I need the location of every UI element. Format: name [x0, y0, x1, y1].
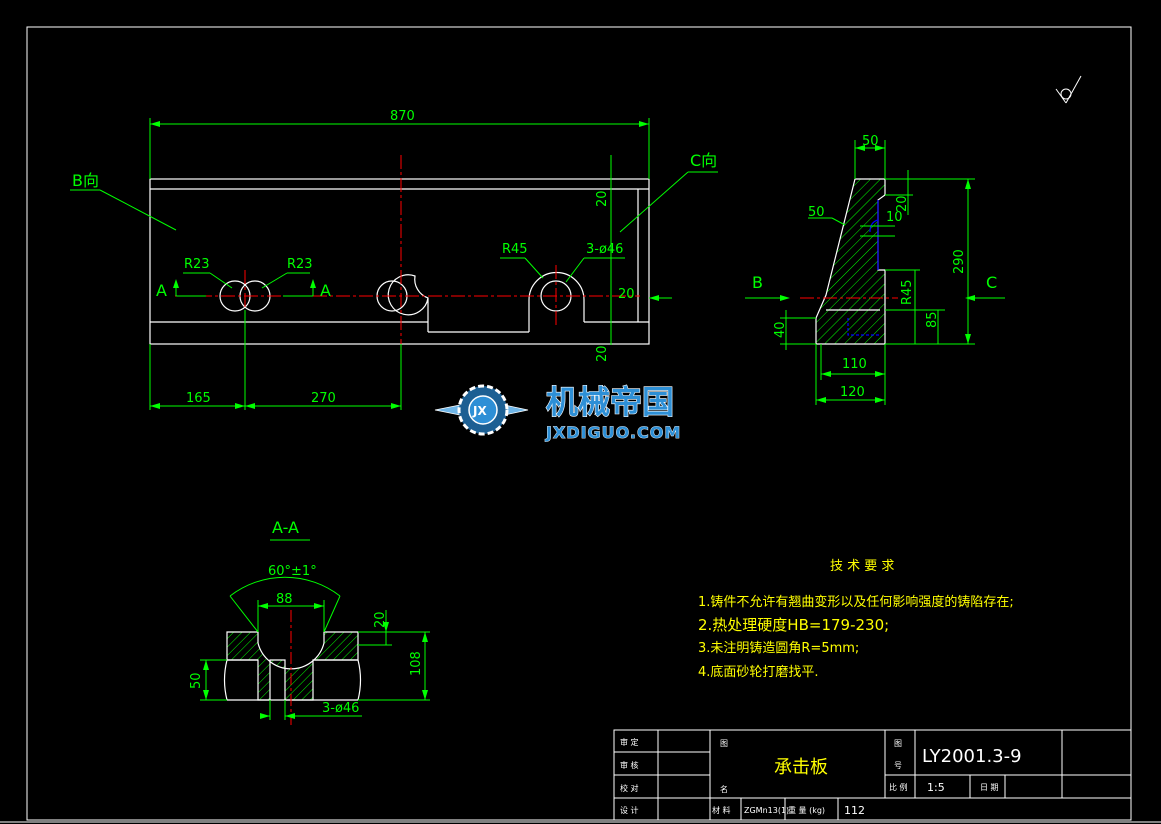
- dim-left: 165: [186, 391, 211, 406]
- side-dim-110: 110: [842, 357, 867, 372]
- tb-tu2: 图: [894, 739, 902, 748]
- side-dim-20: 20: [895, 195, 910, 212]
- r45-label: R45: [502, 242, 528, 257]
- dim-20-top: 20: [595, 190, 610, 207]
- section-dim-50: 50: [189, 672, 204, 689]
- label-b-view: B向: [72, 171, 99, 190]
- requirement-4: 4.底面砂轮打磨找平.: [698, 664, 819, 680]
- holes-label: 3-ø46: [586, 242, 623, 257]
- section-a-left: A: [156, 281, 167, 300]
- requirement-1: 1.铸件不允许有翘曲变形以及任何影响强度的铸陷存在;: [698, 594, 1014, 610]
- roughness-symbol: [1055, 75, 1082, 104]
- tb-weight: 112: [844, 804, 865, 817]
- side-arrow-b: B: [752, 273, 763, 292]
- tb-tu: 图: [720, 739, 728, 748]
- section-dim-20: 20: [373, 611, 388, 628]
- title-block: 审 定 审 核 校 对 设 计 图 名 承击板 图 号 LY2001.3-9 比…: [613, 729, 1132, 821]
- front-view: 870 165 270 20 20 20 R23 R23 R45 3-ø46 B…: [70, 109, 718, 410]
- tb-reviewed: 审 核: [620, 760, 639, 770]
- section-dim-88: 88: [276, 592, 293, 607]
- tb-scale-label: 比 例: [889, 782, 908, 792]
- r23-right: R23: [287, 257, 313, 272]
- side-dim-120: 120: [840, 385, 865, 400]
- side-dim-r45: R45: [900, 279, 915, 305]
- side-dim-40: 40: [773, 321, 788, 338]
- tb-material-label: 材 料: [712, 805, 731, 815]
- label-c-view: C向: [690, 151, 717, 170]
- side-dim-top: 50: [862, 134, 879, 149]
- tb-material: ZGMn13(1): [744, 806, 789, 815]
- requirements-title: 技 术 要 求: [830, 559, 894, 574]
- section-holes: 3-ø46: [322, 701, 359, 716]
- side-view: 50 50 10 20 290 R45 85 40 110 120 B C: [745, 134, 1005, 405]
- dim-mid: 270: [311, 391, 336, 406]
- side-dim-290: 290: [952, 249, 967, 274]
- tb-drawing-no: LY2001.3-9: [922, 746, 1022, 767]
- tb-scale: 1:5: [927, 781, 945, 794]
- section-dim-108: 108: [409, 651, 424, 676]
- dim-20-mid: 20: [618, 287, 635, 302]
- watermark-url: JXDIGUO.COM: [545, 423, 681, 442]
- side-dim-chamfer: 50: [808, 205, 825, 220]
- tb-designed: 设 计: [620, 805, 639, 815]
- dim-20-bot: 20: [595, 345, 610, 362]
- tb-approved: 审 定: [620, 737, 639, 747]
- section-a-right: A: [320, 281, 331, 300]
- requirement-2: 2.热处理硬度HB=179-230;: [698, 616, 889, 634]
- section-a-a: A-A 60°±1° 88 20 108 50 3-ø46: [189, 518, 430, 725]
- tb-part-name: 承击板: [774, 757, 828, 778]
- tb-ming: 名: [720, 784, 728, 794]
- watermark-logo: JX 机械帝国 JXDIGUO.COM: [434, 382, 681, 442]
- section-title: A-A: [272, 518, 299, 537]
- watermark-badge: JX: [472, 404, 487, 418]
- gear-icon: JX: [434, 384, 529, 436]
- tb-weight-label: 重 量 (kg): [788, 805, 825, 815]
- tb-checked: 校 对: [620, 783, 639, 793]
- tb-date-label: 日 期: [980, 783, 999, 792]
- tb-hao: 号: [894, 761, 902, 770]
- side-dim-85: 85: [925, 311, 940, 328]
- technical-requirements: 技 术 要 求 1.铸件不允许有翘曲变形以及任何影响强度的铸陷存在; 2.热处理…: [698, 559, 1014, 680]
- section-angle: 60°±1°: [268, 564, 317, 579]
- dim-length: 870: [390, 109, 415, 124]
- side-arrow-c: C: [986, 273, 997, 292]
- drawing-canvas: 870 165 270 20 20 20 R23 R23 R45 3-ø46 B…: [0, 26, 1161, 823]
- requirement-3: 3.未注明铸造圆角R=5mm;: [698, 640, 859, 656]
- r23-left: R23: [184, 257, 210, 272]
- watermark-name: 机械帝国: [546, 383, 674, 421]
